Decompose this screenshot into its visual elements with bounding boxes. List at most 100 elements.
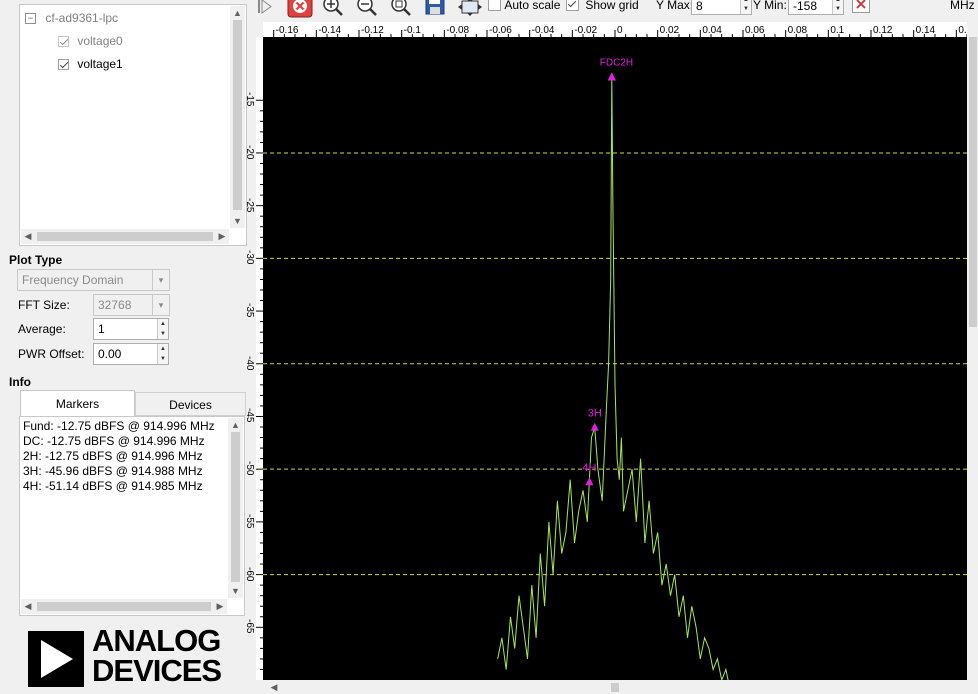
scroll-thumb[interactable]	[233, 20, 242, 210]
logo-line-2: DEVICES	[92, 653, 222, 688]
spin-arrows-icon[interactable]: ▲ ▼	[157, 344, 168, 364]
logo-mark-icon	[28, 631, 84, 687]
y-tick-label: -65	[244, 619, 255, 634]
fullscreen-icon[interactable]	[458, 0, 482, 19]
list-item: DC: -12.75 dBFS @ 914.996 MHz	[23, 434, 205, 448]
close-icon[interactable]	[852, 0, 870, 16]
zoom-fit-icon[interactable]	[390, 0, 412, 19]
unit-label: MHz	[950, 0, 975, 12]
zoom-out-icon[interactable]	[356, 0, 378, 19]
auto-scale-label: Auto scale	[504, 0, 561, 12]
fft-size-label: FFT Size:	[18, 298, 70, 312]
x-tick-label: 0.06	[745, 25, 765, 36]
x-tick-label: 0	[617, 25, 623, 36]
fft-size-select[interactable]: 32768 ▾	[93, 294, 170, 316]
y-tick-label: -25	[244, 197, 255, 213]
list-item: 4H: -51.14 dBFS @ 914.985 MHz	[23, 479, 203, 493]
scroll-thumb[interactable]	[231, 432, 240, 582]
plot-hscrollbar[interactable]: ◀	[263, 680, 967, 694]
tree-device-row[interactable]: − cf-ad9361-lpc	[25, 11, 118, 25]
x-axis: -0.16 -0.14 -0.12 -0.1 -0.08 -0.06 -0.04 -0.02 0…	[263, 22, 967, 37]
y-tick-label: -50	[244, 461, 255, 476]
zoom-in-icon[interactable]	[322, 0, 344, 19]
show-grid-checkbox[interactable]: Show grid	[566, 0, 639, 12]
checkbox-box[interactable]	[488, 0, 501, 12]
spectrum-plot[interactable]: FDC2H 3H 4H	[263, 37, 967, 680]
scroll-left-icon[interactable]: ◀	[23, 231, 33, 241]
scroll-right-icon[interactable]: ▶	[215, 601, 225, 611]
plot-vscrollbar[interactable]	[967, 37, 978, 680]
marker-label: 4H	[582, 462, 596, 474]
scroll-thumb[interactable]	[611, 683, 619, 692]
fft-size-value: 32768	[98, 298, 132, 312]
scroll-right-icon[interactable]: ▶	[217, 231, 227, 241]
collapse-icon[interactable]: −	[25, 13, 36, 25]
scroll-up-icon[interactable]: ▲	[230, 8, 245, 18]
tree-hscrollbar[interactable]: ◀ ▶	[21, 229, 229, 244]
logo-line-1: ANALOG	[92, 623, 221, 658]
tab-devices[interactable]: Devices	[135, 392, 246, 416]
tree-vscrollbar[interactable]: ▲ ▼	[230, 6, 245, 228]
channel-checkbox[interactable]	[58, 59, 69, 71]
save-icon[interactable]	[425, 0, 445, 18]
ymax-label: Y Max:	[656, 0, 694, 12]
average-value: 1	[98, 322, 105, 336]
y-tick-label: -15	[244, 92, 255, 107]
ymax-value: 8	[696, 0, 703, 13]
scroll-down-icon[interactable]: ▼	[228, 586, 243, 596]
x-tick-label: 0.12	[873, 25, 893, 36]
plot-type-title: Plot Type	[9, 253, 63, 267]
x-tick-label: 0.04	[702, 25, 722, 36]
scroll-down-icon[interactable]: ▼	[230, 216, 245, 226]
ymax-spinbox[interactable]: 8 ▲ ▼	[691, 0, 752, 15]
channel-label: voltage1	[77, 57, 123, 71]
channel-row-voltage0[interactable]: voltage0	[58, 34, 123, 48]
scroll-up-icon[interactable]: ▲	[228, 420, 243, 430]
scroll-left-icon[interactable]: ◀	[269, 682, 279, 692]
channel-label: voltage0	[77, 34, 123, 48]
marker-3h	[590, 422, 599, 431]
spin-arrows-icon[interactable]: ▲ ▼	[157, 319, 168, 339]
x-tick-label: 0.08	[788, 25, 808, 36]
list-item: 2H: -12.75 dBFS @ 914.996 MHz	[23, 449, 203, 463]
pwr-offset-value: 0.00	[98, 347, 122, 361]
x-tick-label: 0.02	[660, 25, 680, 36]
scroll-thumb[interactable]	[37, 232, 213, 241]
play-icon[interactable]	[257, 0, 273, 17]
channel-tree[interactable]: − cf-ad9361-lpc voltage0 voltage1 ▲ ▼ ◀ …	[19, 4, 247, 246]
ymin-label: Y Min:	[753, 0, 787, 12]
stop-icon[interactable]	[287, 0, 313, 21]
plot-type-select[interactable]: Frequency Domain ▾	[17, 269, 170, 291]
tab-markers[interactable]: Markers	[20, 390, 135, 416]
channel-row-voltage1[interactable]: voltage1	[58, 57, 123, 71]
show-grid-label: Show grid	[585, 0, 639, 12]
list-item: Fund: -12.75 dBFS @ 914.996 MHz	[23, 419, 215, 433]
scroll-left-icon[interactable]: ◀	[23, 601, 33, 611]
spin-arrows-icon[interactable]: ▲ ▼	[740, 0, 751, 14]
info-title: Info	[9, 375, 31, 389]
scroll-thumb[interactable]	[37, 602, 211, 611]
scroll-thumb[interactable]	[969, 37, 977, 327]
markers-list[interactable]: Fund: -12.75 dBFS @ 914.996 MHz DC: -12.…	[19, 416, 245, 616]
average-spinbox[interactable]: 1 ▲ ▼	[93, 318, 169, 340]
plot-type-value: Frequency Domain	[22, 273, 124, 287]
spectrum-trace	[497, 76, 729, 680]
y-tick-label: -20	[244, 144, 255, 160]
chevron-down-icon[interactable]: ▾	[152, 270, 169, 290]
chevron-down-icon[interactable]: ▾	[152, 295, 169, 315]
y-tick-label: -60	[244, 566, 255, 582]
auto-scale-checkbox[interactable]: Auto scale	[488, 0, 560, 12]
marker-label: 3H	[588, 408, 602, 420]
checkbox-box[interactable]	[566, 0, 579, 12]
channel-checkbox[interactable]	[58, 36, 69, 48]
pwr-offset-spinbox[interactable]: 0.00 ▲ ▼	[93, 343, 169, 365]
analog-devices-logo	[28, 631, 84, 690]
markers-hscrollbar[interactable]: ◀ ▶	[21, 599, 227, 614]
spin-arrows-icon[interactable]: ▲ ▼	[832, 0, 843, 14]
list-item: 3H: -45.96 dBFS @ 914.988 MHz	[23, 464, 203, 478]
spectrum-canvas[interactable]: FDC2H 3H 4H	[263, 37, 967, 680]
y-tick-label: -40	[244, 355, 255, 371]
ymin-spinbox[interactable]: -158 ▲ ▼	[788, 0, 844, 15]
x-tick-label: 0.1	[830, 25, 844, 36]
markers-vscrollbar[interactable]: ▲ ▼	[228, 418, 243, 598]
